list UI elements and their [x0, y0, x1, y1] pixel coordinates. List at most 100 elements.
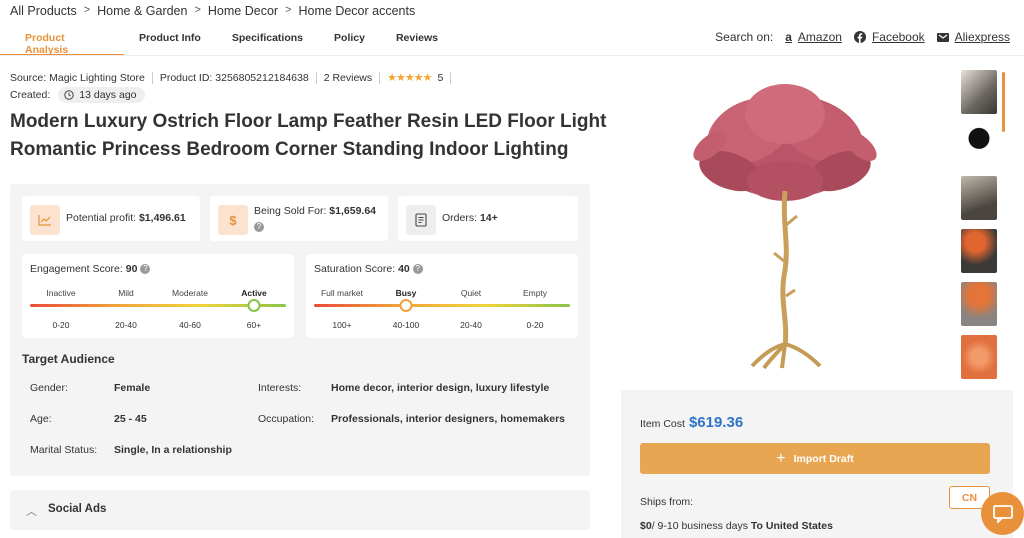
facebook-link[interactable]: Facebook [853, 30, 925, 44]
tab-policy[interactable]: Policy [318, 26, 380, 56]
sold-for-text: Being Sold For: $1,659.64 [254, 205, 376, 217]
amazon-link[interactable]: a Amazon [785, 30, 842, 44]
thumbnail[interactable] [961, 229, 997, 273]
tab-product-info[interactable]: Product Info [124, 26, 216, 56]
tab-reviews[interactable]: Reviews [380, 26, 453, 56]
saturation-level: Quiet [460, 288, 482, 298]
facebook-link-label: Facebook [871, 30, 925, 44]
orders-value: 14+ [479, 212, 498, 224]
breadcrumb-home-decor[interactable]: Home Decor [208, 4, 278, 18]
product-title-line-2: Romantic Princess Bedroom Corner Standin… [10, 139, 569, 160]
saturation-title: Saturation Score: 40? [314, 263, 423, 275]
receipt-icon [406, 205, 436, 235]
saturation-level-active: Busy [395, 288, 417, 298]
plus-icon: + [776, 449, 786, 467]
dollar-icon: $ [218, 205, 248, 235]
clock-icon [64, 90, 74, 100]
chevron-right-icon: > [83, 4, 91, 16]
help-icon[interactable]: ? [412, 264, 423, 275]
breadcrumb: All Products > Home & Garden > Home Decor >… [10, 4, 415, 18]
aliexpress-link-label: Aliexpress [954, 30, 1010, 44]
amazon-link-label: Amazon [797, 30, 842, 44]
aliexpress-icon [936, 32, 949, 42]
saturation-score-card: Saturation Score: 40? Full market Busy Q… [306, 254, 578, 338]
item-cost-value: $619.36 [688, 414, 744, 431]
orders-label: Orders: [442, 212, 478, 224]
gender-label: Gender: [30, 382, 68, 394]
marital-status-label: Marital Status: [30, 444, 98, 456]
source-text[interactable]: Source: Magic Lighting Store [10, 72, 145, 84]
engagement-title: Engagement Score: 90? [30, 263, 151, 275]
target-audience-title: Target Audience [22, 352, 115, 366]
gender-value: Female [114, 382, 151, 394]
item-cost-label: Item Cost [640, 418, 685, 430]
engagement-label: Engagement Score: [30, 263, 123, 275]
engagement-range: 60+ [246, 320, 262, 330]
profit-card: Potential profit: $1,496.61 [22, 196, 200, 241]
tab-specifications[interactable]: Specifications [216, 26, 318, 56]
thumbnail[interactable] [961, 282, 997, 326]
thumbnail[interactable] [961, 123, 997, 167]
engagement-level: Mild [118, 288, 134, 298]
product-image [693, 84, 877, 370]
lamp-stem [780, 190, 789, 347]
product-meta: Source: Magic Lighting Store Product ID:… [10, 71, 458, 84]
thumbnail[interactable] [961, 70, 997, 114]
buy-box: Item Cost $619.36 + Import Draft Ships fr… [621, 390, 1013, 538]
product-title-line-1: Modern Luxury Ostrich Floor Lamp Feather… [10, 111, 607, 132]
engagement-value: 90 [125, 263, 138, 275]
orders-text: Orders: 14+ [442, 212, 498, 224]
import-draft-button[interactable]: + Import Draft [640, 443, 990, 474]
amazon-icon: a [785, 30, 792, 44]
occupation-label: Occupation: [258, 413, 315, 425]
help-icon[interactable]: ? [254, 222, 264, 232]
social-ads-label: Social Ads [48, 503, 107, 515]
sold-for-label: Being Sold For: [254, 205, 327, 217]
rating-value: 5 [437, 71, 444, 84]
social-ads-section[interactable]: ︿ Social Ads [10, 490, 590, 530]
search-on-bar: Search on: a Amazon Facebook Aliexpress [715, 30, 1010, 44]
saturation-range: 20-40 [460, 320, 482, 330]
breadcrumb-home-decor-accents[interactable]: Home Decor accents [299, 4, 416, 18]
tab-bar: Product Analysis Product Info Specificat… [0, 26, 453, 56]
aliexpress-link[interactable]: Aliexpress [936, 30, 1010, 44]
occupation-value: Professionals, interior designers, homem… [331, 413, 566, 425]
tab-product-analysis[interactable]: Product Analysis [0, 26, 124, 56]
engagement-level: Moderate [172, 288, 208, 298]
saturation-range: 0-20 [526, 320, 544, 330]
chat-button[interactable] [981, 492, 1024, 535]
divider [379, 71, 381, 84]
breadcrumb-home-garden[interactable]: Home & Garden [97, 4, 187, 18]
reviews-count[interactable]: 2 Reviews [324, 72, 372, 84]
created-row: Created: 13 days ago [10, 87, 145, 103]
thumbnail-scrollbar[interactable] [1002, 72, 1005, 132]
age-value: 25 - 45 [114, 413, 147, 425]
facebook-icon [853, 31, 866, 43]
product-title: Modern Luxury Ostrich Floor Lamp Feather… [10, 108, 610, 164]
shipping-detail: $0/ 9-10 business days To United States [640, 520, 833, 532]
saturation-indicator [399, 299, 413, 312]
thumbnail-strip [961, 70, 997, 388]
shipping-destination: To United States [750, 520, 833, 532]
import-draft-label: Import Draft [793, 452, 854, 465]
created-badge: 13 days ago [58, 87, 145, 103]
engagement-level: Inactive [46, 288, 76, 298]
help-icon[interactable]: ? [140, 264, 151, 275]
chart-line-icon [30, 205, 60, 235]
chevron-right-icon: > [285, 4, 292, 16]
shipping-price: $0 [640, 520, 652, 532]
chevron-up-icon[interactable]: ︿ [26, 503, 37, 519]
sold-for-value: $1,659.64 [329, 205, 377, 217]
saturation-value: 40 [398, 263, 410, 275]
breadcrumb-all-products[interactable]: All Products [10, 4, 77, 18]
chevron-right-icon: > [194, 4, 201, 16]
thumbnail[interactable] [961, 176, 997, 220]
thumbnail[interactable] [961, 335, 997, 379]
saturation-range: 100+ [332, 320, 352, 330]
orders-card: Orders: 14+ [398, 196, 578, 241]
engagement-level-active: Active [241, 288, 267, 298]
created-value: 13 days ago [79, 89, 137, 101]
saturation-range: 40-100 [392, 320, 420, 330]
saturation-label: Saturation Score: [314, 263, 396, 275]
ships-from-label: Ships from: [640, 496, 694, 508]
